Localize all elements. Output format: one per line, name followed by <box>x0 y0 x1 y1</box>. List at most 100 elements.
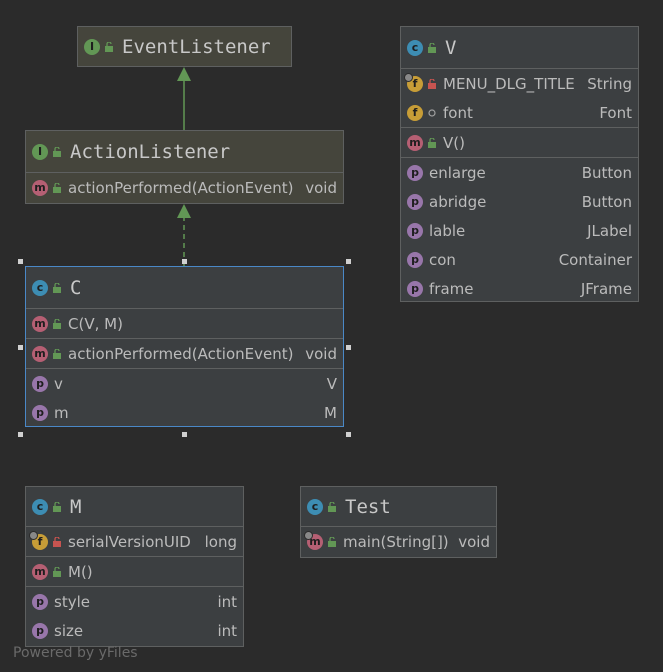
node-title: M <box>70 495 82 518</box>
class-icon: c <box>32 498 48 515</box>
property-row[interactable]: p m M <box>26 398 343 427</box>
property-name: enlarge <box>429 163 486 182</box>
node-header: c Test <box>301 487 496 527</box>
property-row[interactable]: p frame JFrame <box>401 274 638 303</box>
node-action-listener[interactable]: I ActionListener m actionPerformed(Actio… <box>25 130 344 204</box>
resize-handle[interactable] <box>182 432 187 437</box>
method-icon: m <box>407 134 423 151</box>
edge-extends-arrowhead <box>177 67 191 81</box>
method-name: actionPerformed(ActionEvent) <box>68 178 294 197</box>
property-row[interactable]: p style int <box>26 587 243 616</box>
public-icon <box>52 146 62 157</box>
field-icon: f <box>404 72 423 92</box>
property-name: frame <box>429 279 474 298</box>
field-row[interactable]: f serialVersionUID long <box>26 527 243 556</box>
field-icon: f <box>407 104 423 121</box>
constructor-name: M() <box>68 562 93 581</box>
methods-section: m actionPerformed(ActionEvent) void <box>26 339 343 369</box>
public-icon <box>52 318 62 329</box>
property-name: lable <box>429 221 466 240</box>
static-icon <box>304 530 313 540</box>
package-private-icon <box>427 108 437 118</box>
property-icon: p <box>407 164 423 181</box>
resize-handle[interactable] <box>182 259 187 264</box>
node-header: c V <box>401 27 638 69</box>
method-row[interactable]: m actionPerformed(ActionEvent) void <box>26 339 343 368</box>
field-row[interactable]: f font Font <box>401 98 638 127</box>
property-type: Button <box>581 163 632 182</box>
field-name: font <box>443 103 473 122</box>
method-icon: m <box>304 530 323 550</box>
method-name: main(String[]) <box>343 532 449 551</box>
property-type: JFrame <box>580 279 632 298</box>
public-icon <box>104 41 114 52</box>
node-title: V <box>445 36 457 59</box>
property-name: abridge <box>429 192 487 211</box>
method-type: void <box>305 178 337 197</box>
node-m[interactable]: c M f serialVersionUID long m M() p styl… <box>25 486 244 647</box>
method-icon: m <box>32 345 48 362</box>
fields-section: f MENU_DLG_TITLE String f font Font <box>401 69 638 128</box>
constructor-row[interactable]: m M() <box>26 557 243 586</box>
resize-handle[interactable] <box>346 432 351 437</box>
public-icon <box>52 348 62 359</box>
property-row[interactable]: p con Container <box>401 245 638 274</box>
edge-implements-arrowhead <box>177 204 191 218</box>
node-test[interactable]: c Test m main(String[]) void <box>300 486 497 558</box>
node-title: Test <box>345 495 391 518</box>
public-icon <box>52 182 62 193</box>
property-row[interactable]: p v V <box>26 369 343 398</box>
resize-handle[interactable] <box>18 345 23 350</box>
property-type: Button <box>581 192 632 211</box>
interface-icon: I <box>84 38 100 55</box>
method-row[interactable]: m main(String[]) void <box>301 527 496 556</box>
public-icon <box>52 282 62 293</box>
node-header: c C <box>26 267 343 309</box>
constructor-row[interactable]: m C(V, M) <box>26 309 343 338</box>
property-row[interactable]: p abridge Button <box>401 187 638 216</box>
class-icon: c <box>32 279 48 296</box>
property-name: m <box>54 403 69 422</box>
property-type: V <box>326 374 337 393</box>
field-icon: f <box>29 530 48 550</box>
interface-icon: I <box>32 143 48 160</box>
method-type: void <box>305 344 337 363</box>
node-title: C <box>70 276 82 299</box>
method-icon: m <box>32 315 48 332</box>
property-type: M <box>324 403 337 422</box>
public-icon <box>52 501 62 512</box>
property-type: int <box>217 592 237 611</box>
method-row[interactable]: m actionPerformed(ActionEvent) void <box>26 173 343 202</box>
node-title: EventListener <box>122 35 271 58</box>
resize-handle[interactable] <box>18 432 23 437</box>
node-header: I EventListener <box>78 27 291 66</box>
constructor-row[interactable]: m V() <box>401 128 638 157</box>
runnable-class-icon: c <box>307 498 323 515</box>
property-icon: p <box>407 222 423 239</box>
property-row[interactable]: p enlarge Button <box>401 158 638 187</box>
property-row[interactable]: p size int <box>26 616 243 645</box>
field-row[interactable]: f MENU_DLG_TITLE String <box>401 69 638 98</box>
node-event-listener[interactable]: I EventListener <box>77 26 292 67</box>
node-v[interactable]: c V f MENU_DLG_TITLE String f font Font … <box>400 26 639 302</box>
resize-handle[interactable] <box>346 345 351 350</box>
node-c[interactable]: c C m C(V, M) m actionPerformed(ActionEv… <box>25 266 344 427</box>
private-icon <box>427 78 437 89</box>
properties-section: p v V p m M <box>26 369 343 427</box>
property-name: v <box>54 374 63 393</box>
public-icon <box>327 536 337 547</box>
property-icon: p <box>407 280 423 297</box>
public-icon <box>427 42 437 53</box>
methods-section: m actionPerformed(ActionEvent) void <box>26 173 343 202</box>
method-icon: m <box>32 179 48 196</box>
resize-handle[interactable] <box>18 259 23 264</box>
resize-handle[interactable] <box>346 259 351 264</box>
node-title: ActionListener <box>70 140 231 163</box>
property-icon: p <box>32 622 48 639</box>
public-icon <box>52 566 62 577</box>
methods-section: m main(String[]) void <box>301 527 496 556</box>
private-icon <box>52 536 62 547</box>
property-row[interactable]: p lable JLabel <box>401 216 638 245</box>
watermark-text: Powered by yFiles <box>13 645 138 661</box>
field-name: MENU_DLG_TITLE <box>443 74 575 93</box>
